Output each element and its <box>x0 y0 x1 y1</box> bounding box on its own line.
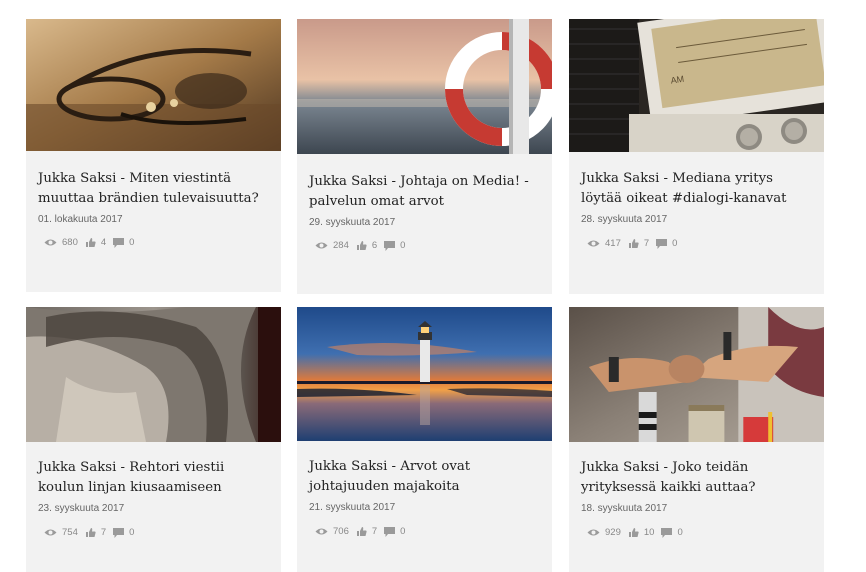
view-count: 680 <box>62 237 78 248</box>
thumbs-up-icon[interactable] <box>85 237 96 248</box>
like-count: 10 <box>643 527 655 538</box>
thumbs-up-icon[interactable] <box>356 526 367 537</box>
comment-count: 0 <box>400 526 406 537</box>
like-count: 7 <box>100 527 107 538</box>
comment-count: 0 <box>129 237 135 248</box>
article-card[interactable]: Jukka Saksi - Joko teidän yrityksessä ka… <box>569 307 824 572</box>
comment-icon[interactable] <box>656 238 668 249</box>
article-date: 28. syyskuuta 2017 <box>581 214 668 225</box>
thumbs-up-icon[interactable] <box>628 527 639 538</box>
article-title[interactable]: Jukka Saksi - Mediana yritys löytää oike… <box>581 169 816 209</box>
article-stats: 284 6 0 <box>315 240 412 251</box>
view-count: 754 <box>62 527 78 538</box>
comment-icon[interactable] <box>384 526 396 537</box>
sunglasses-photo[interactable] <box>26 19 281 151</box>
comment-count: 0 <box>400 240 406 251</box>
article-title[interactable]: Jukka Saksi - Arvot ovat johtajuuden maj… <box>309 457 544 497</box>
fist-bump-photo[interactable] <box>569 307 824 442</box>
comment-count: 0 <box>672 238 678 249</box>
article-stats: 929 10 0 <box>587 527 690 538</box>
eye-icon <box>315 527 328 536</box>
radio-photo[interactable]: AM <box>569 19 824 152</box>
eye-icon <box>587 528 600 537</box>
view-count: 706 <box>333 526 349 537</box>
like-count: 7 <box>371 526 378 537</box>
comment-icon[interactable] <box>113 527 125 538</box>
article-card[interactable]: Jukka Saksi - Miten viestintä muuttaa br… <box>26 19 281 292</box>
like-count: 6 <box>371 240 378 251</box>
eye-icon <box>587 239 600 248</box>
thumbs-up-icon[interactable] <box>628 238 639 249</box>
comment-icon[interactable] <box>113 237 125 248</box>
comment-icon[interactable] <box>384 240 396 251</box>
article-title[interactable]: Jukka Saksi - Johtaja on Media! - palvel… <box>309 172 544 212</box>
thumbs-up-icon[interactable] <box>356 240 367 251</box>
article-stats: 754 7 0 <box>44 527 141 538</box>
lighthouse-photo[interactable] <box>297 307 552 441</box>
article-stats: 417 7 0 <box>587 238 684 249</box>
article-title[interactable]: Jukka Saksi - Joko teidän yrityksessä ka… <box>581 458 816 498</box>
svg-text:AM: AM <box>670 74 685 86</box>
article-title[interactable]: Jukka Saksi - Miten viestintä muuttaa br… <box>38 169 273 209</box>
view-count: 284 <box>333 240 349 251</box>
article-date: 01. lokakuuta 2017 <box>38 214 123 225</box>
article-date: 21. syyskuuta 2017 <box>309 502 396 513</box>
view-count: 417 <box>605 238 621 249</box>
comment-count: 0 <box>677 527 683 538</box>
eye-icon <box>44 528 57 537</box>
like-count: 4 <box>100 237 107 248</box>
article-date: 29. syyskuuta 2017 <box>309 217 396 228</box>
article-stats: 680 4 0 <box>44 237 141 248</box>
comment-icon[interactable] <box>661 527 673 538</box>
article-card[interactable]: Jukka Saksi - Johtaja on Media! - palvel… <box>297 19 552 294</box>
article-date: 18. syyskuuta 2017 <box>581 503 668 514</box>
article-date: 23. syyskuuta 2017 <box>38 503 125 514</box>
article-title[interactable]: Jukka Saksi - Rehtori viestii koulun lin… <box>38 458 273 498</box>
eye-icon <box>44 238 57 247</box>
article-card[interactable]: Jukka Saksi - Rehtori viestii koulun lin… <box>26 307 281 572</box>
sad-person-photo[interactable] <box>26 307 281 442</box>
article-card[interactable]: Jukka Saksi - Arvot ovat johtajuuden maj… <box>297 307 552 572</box>
article-stats: 706 7 0 <box>315 526 412 537</box>
lifebuoy-photo[interactable] <box>297 19 552 154</box>
eye-icon <box>315 241 328 250</box>
thumbs-up-icon[interactable] <box>85 527 96 538</box>
comment-count: 0 <box>129 527 135 538</box>
article-card[interactable]: AM Jukka Saksi - Mediana yritys löytää o… <box>569 19 824 294</box>
view-count: 929 <box>605 527 621 538</box>
like-count: 7 <box>643 238 650 249</box>
